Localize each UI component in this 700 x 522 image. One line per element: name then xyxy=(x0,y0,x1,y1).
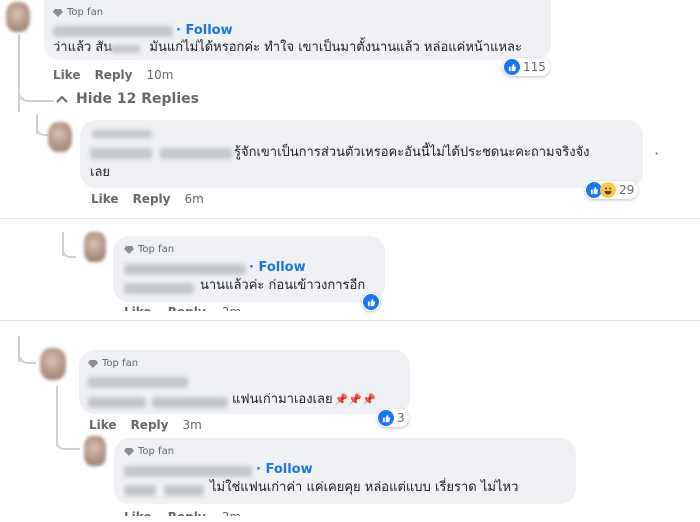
thread-connector xyxy=(62,240,76,258)
follow-button[interactable]: · Follow xyxy=(176,23,233,38)
hide-replies-label: Hide 12 Replies xyxy=(76,91,199,107)
divider xyxy=(0,320,700,321)
pushpin-emoji: 📌📌📌 xyxy=(334,393,376,406)
blurred-username xyxy=(92,130,152,138)
blurred-username xyxy=(90,148,152,159)
reaction-count[interactable]: 3 xyxy=(377,409,409,427)
like-label: Like xyxy=(124,305,152,311)
blurred-username xyxy=(164,485,204,496)
more-options-icon[interactable]: · xyxy=(654,144,659,163)
blurred-username xyxy=(160,148,232,159)
reaction-number: 3 xyxy=(397,411,405,425)
blurred-username xyxy=(124,264,246,275)
comment-actions: Like Reply 3m xyxy=(89,418,202,432)
comment-text: นานแล้วค่ะ ก่อนเข้าวงการอีก xyxy=(200,278,366,293)
gem-icon xyxy=(124,447,134,456)
follow-button[interactable]: · Follow xyxy=(249,260,306,275)
comment-text-body: แฟนเก่ามาเองเลย xyxy=(232,392,333,407)
thumbs-up-icon xyxy=(504,59,520,75)
comment-text: แฟนเก่ามาเองเลย 📌📌📌 xyxy=(232,390,376,410)
reply-button[interactable]: Reply xyxy=(133,192,171,206)
like-label: Like xyxy=(124,510,152,516)
reply-button[interactable]: Reply xyxy=(95,68,133,82)
top-fan-badge: Top fan xyxy=(124,446,174,457)
gem-icon xyxy=(124,245,134,254)
reaction-count[interactable]: 29 xyxy=(585,181,639,199)
blurred-username xyxy=(152,397,228,408)
blurred-name xyxy=(110,45,140,53)
reaction-number: 115 xyxy=(523,60,546,74)
blurred-username xyxy=(88,377,188,388)
follow-button[interactable]: · Follow xyxy=(256,462,313,477)
thumbs-up-icon xyxy=(363,294,379,310)
thread-connector xyxy=(56,432,80,450)
thread-line xyxy=(18,34,20,112)
top-fan-label: Top fan xyxy=(67,7,104,18)
thread-connector xyxy=(36,122,48,136)
avatar[interactable] xyxy=(6,2,30,32)
top-fan-label: Top fan xyxy=(138,446,175,457)
avatar[interactable] xyxy=(40,348,66,380)
avatar[interactable] xyxy=(84,232,106,262)
blurred-username xyxy=(124,466,252,477)
reaction-number: 29 xyxy=(619,183,635,197)
comment-actions: Like Reply 10m xyxy=(53,68,173,82)
timestamp: 10m xyxy=(146,68,174,82)
top-fan-label: Top fan xyxy=(138,244,175,255)
chevron-up-icon xyxy=(56,95,68,103)
top-fan-label: Top fan xyxy=(102,358,139,369)
hide-replies-button[interactable]: Hide 12 Replies xyxy=(56,91,199,107)
reply-button[interactable]: Reply xyxy=(131,418,169,432)
like-button[interactable]: Like xyxy=(89,418,117,432)
like-button[interactable]: Like xyxy=(53,68,81,82)
divider xyxy=(0,218,700,219)
like-button[interactable]: Like xyxy=(91,192,119,206)
comment-actions: Like Reply 6m xyxy=(91,192,204,206)
thumbs-up-icon xyxy=(378,410,394,426)
haha-face-icon xyxy=(600,182,616,198)
reaction-count[interactable]: 115 xyxy=(503,58,550,76)
reply-label: Reply xyxy=(168,510,206,516)
thread-connector xyxy=(18,344,36,364)
blurred-username xyxy=(124,283,194,294)
gem-icon xyxy=(53,8,63,17)
reaction-count[interactable] xyxy=(362,293,380,311)
comment-text: รู้จักเขาเป็นการส่วนตัวเหรอคะอันนี้ไม่ได… xyxy=(234,145,590,160)
blurred-username xyxy=(124,485,156,496)
thread-connector xyxy=(18,84,54,102)
timestamp: 2m xyxy=(222,305,241,311)
comment-actions-cropped: Like Reply 2m xyxy=(124,510,284,516)
timestamp: 2m xyxy=(222,510,241,516)
top-fan-badge: Top fan xyxy=(124,244,174,255)
blurred-username xyxy=(53,26,173,37)
timestamp: 3m xyxy=(182,418,202,432)
top-fan-badge: Top fan xyxy=(88,358,138,369)
comment-actions-cropped: Like Reply 2m xyxy=(124,305,284,311)
top-fan-badge: Top fan xyxy=(53,7,103,18)
gem-icon xyxy=(88,359,98,368)
avatar[interactable] xyxy=(84,436,106,466)
comment-text: ไม่ใช่แฟนเก่าค่า แค่เคยคุย หล่อแต่แบบ เร… xyxy=(210,480,519,495)
comment-text: เลย xyxy=(90,165,111,180)
blurred-username xyxy=(88,397,146,408)
timestamp: 6m xyxy=(184,192,204,206)
reply-label: Reply xyxy=(168,305,206,311)
avatar[interactable] xyxy=(48,122,72,152)
